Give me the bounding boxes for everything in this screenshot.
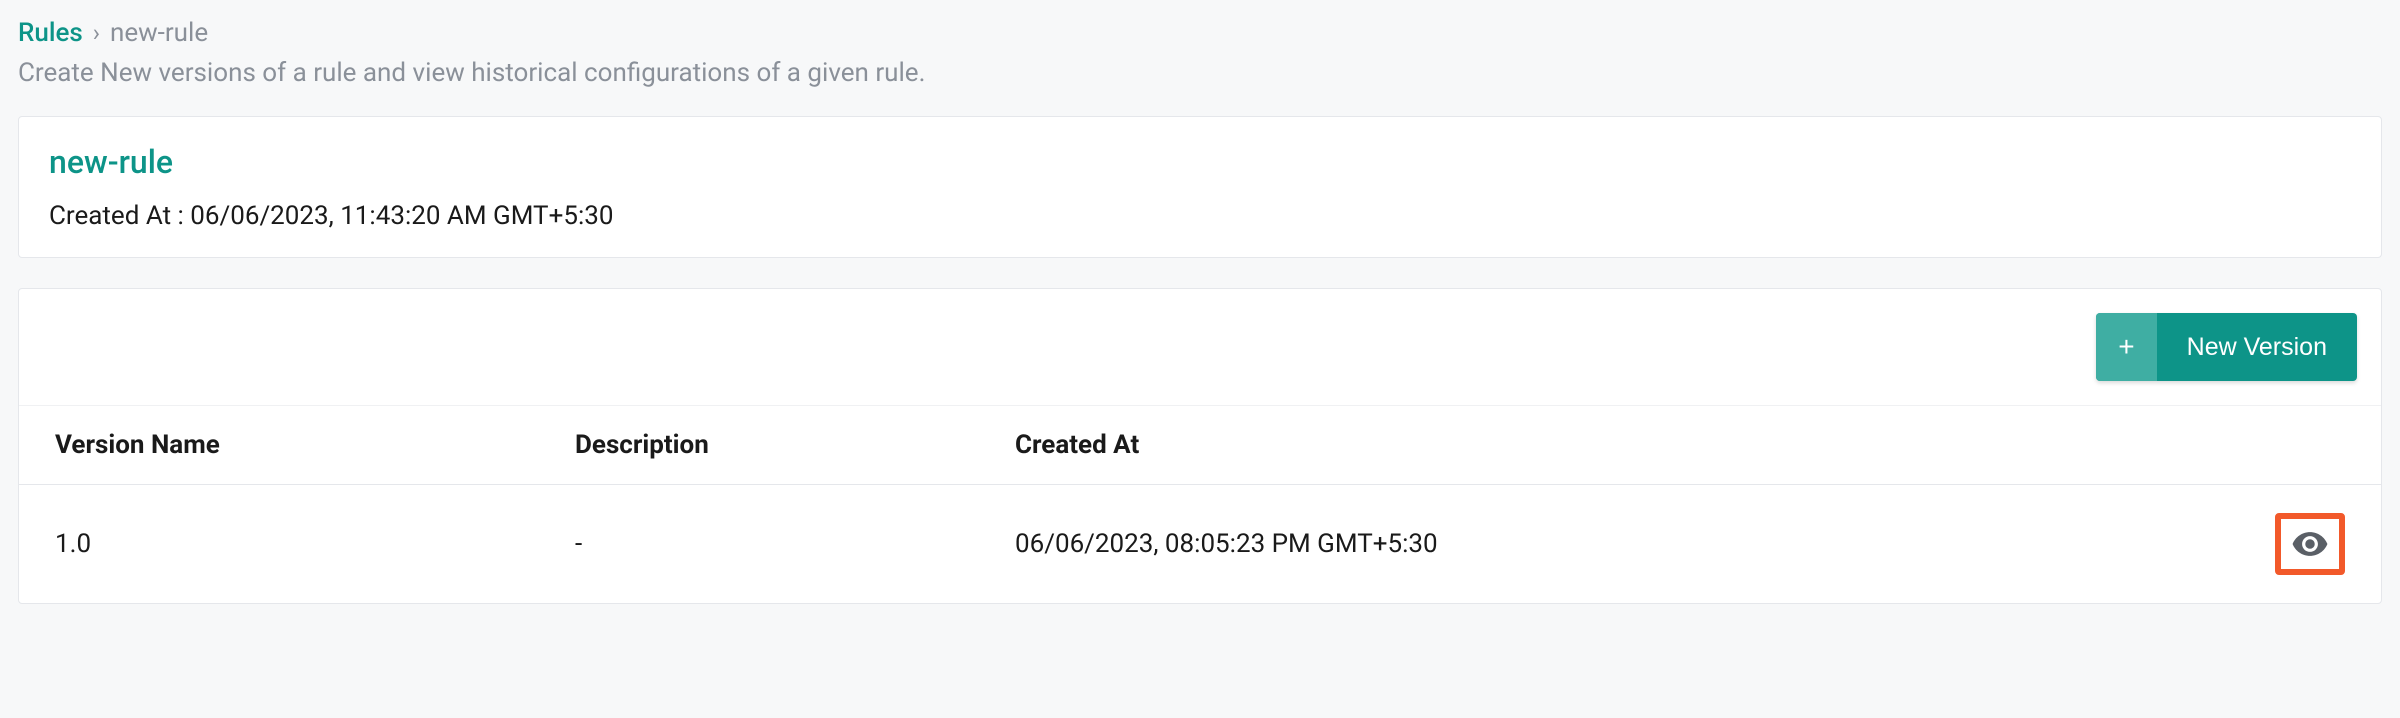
breadcrumb: Rules › new-rule (18, 18, 2382, 48)
breadcrumb-link-rules[interactable]: Rules (18, 18, 83, 48)
table-row: 1.0 - 06/06/2023, 08:05:23 PM GMT+5:30 (19, 485, 2381, 603)
col-header-version-name: Version Name (55, 430, 575, 460)
view-version-button[interactable] (2275, 513, 2345, 575)
cell-description: - (575, 529, 1015, 559)
new-version-button[interactable]: + New Version (2096, 313, 2357, 381)
page-subtitle: Create New versions of a rule and view h… (18, 58, 2382, 88)
col-header-created-at: Created At (1015, 430, 2245, 460)
versions-table: Version Name Description Created At 1.0 … (19, 405, 2381, 603)
versions-toolbar: + New Version (19, 289, 2381, 405)
breadcrumb-current: new-rule (110, 18, 208, 48)
cell-actions (2245, 513, 2345, 575)
rule-created-at: Created At : 06/06/2023, 11:43:20 AM GMT… (49, 201, 2351, 231)
rule-summary-card: new-rule Created At : 06/06/2023, 11:43:… (18, 116, 2382, 258)
cell-created-at: 06/06/2023, 08:05:23 PM GMT+5:30 (1015, 529, 2245, 559)
versions-table-header: Version Name Description Created At (19, 405, 2381, 485)
eye-icon (2291, 525, 2329, 563)
versions-card: + New Version Version Name Description C… (18, 288, 2382, 604)
plus-icon: + (2096, 313, 2156, 381)
cell-version-name: 1.0 (55, 529, 575, 559)
rule-name-title: new-rule (49, 143, 2351, 181)
col-header-description: Description (575, 430, 1015, 460)
breadcrumb-separator: › (93, 19, 100, 47)
new-version-label: New Version (2157, 313, 2357, 381)
